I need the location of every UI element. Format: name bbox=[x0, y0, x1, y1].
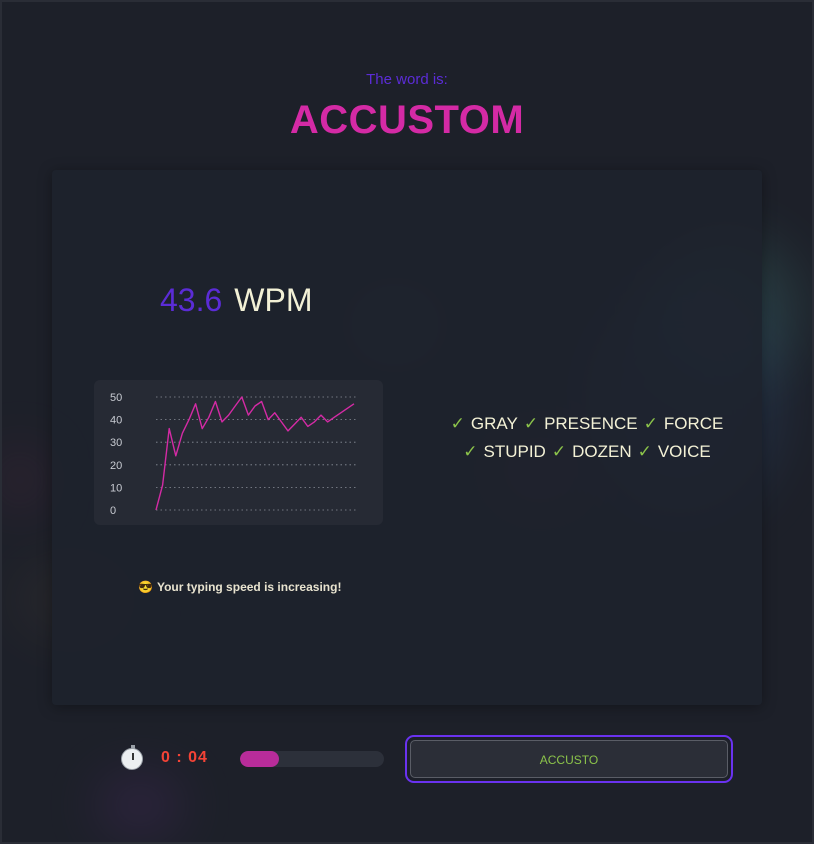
completed-word-text: VOICE bbox=[657, 442, 711, 461]
background-blob bbox=[0, 450, 40, 510]
typing-input[interactable]: ACCUSTO bbox=[410, 740, 728, 778]
completed-word: ✓ STUPID bbox=[463, 442, 546, 461]
stopwatch-icon bbox=[121, 745, 143, 770]
sunglasses-emoji-icon: 😎 bbox=[138, 580, 153, 594]
completed-word: ✓ PRESENCE bbox=[524, 414, 638, 433]
feedback-text: Your typing speed is increasing! bbox=[156, 580, 342, 594]
wpm-unit: WPM bbox=[234, 282, 313, 318]
completed-word-text: STUPID bbox=[483, 442, 546, 461]
typing-input-wrapper: ACCUSTO bbox=[405, 735, 733, 783]
checkmark-icon: ✓ bbox=[551, 442, 567, 461]
completed-words: ✓ GRAY ✓ PRESENCE ✓ FORCE ✓ STUPID ✓ DOZEN ✓ VOICE bbox=[412, 410, 762, 466]
checkmark-icon: ✓ bbox=[637, 442, 652, 461]
checkmark-icon: ✓ bbox=[523, 414, 539, 433]
background-blob bbox=[100, 780, 180, 830]
target-word: ACCUSTOM bbox=[289, 98, 525, 142]
stats-panel: 43.6 WPM 0 10 20 30 40 50 ✓ GRAY ✓ PRESENCE ✓ FORCE… bbox=[52, 170, 762, 705]
completed-words-row: ✓ STUPID ✓ DOZEN ✓ VOICE bbox=[412, 438, 762, 466]
checkmark-icon: ✓ bbox=[643, 414, 658, 433]
y-tick-label: 50 bbox=[110, 392, 122, 404]
y-tick-label: 0 bbox=[110, 505, 116, 517]
y-tick-label: 30 bbox=[110, 437, 122, 449]
completed-word-text: FORCE bbox=[663, 414, 724, 433]
completed-word: ✓ FORCE bbox=[644, 414, 724, 433]
timer-display: 0 : 04 bbox=[161, 749, 208, 766]
y-tick-label: 10 bbox=[110, 482, 122, 494]
wpm-display: 43.6 WPM bbox=[160, 282, 312, 319]
wpm-chart: 0 10 20 30 40 50 bbox=[94, 380, 383, 525]
series-line bbox=[155, 396, 355, 511]
y-tick-label: 40 bbox=[110, 415, 122, 427]
completed-words-row: ✓ GRAY ✓ PRESENCE ✓ FORCE bbox=[412, 410, 762, 438]
feedback-message: 😎 Your typing speed is increasing! bbox=[138, 580, 341, 594]
checkmark-icon: ✓ bbox=[450, 414, 465, 433]
wpm-line-chart: 0 10 20 30 40 50 bbox=[110, 392, 356, 517]
wpm-value: 43.6 bbox=[160, 282, 223, 318]
time-progress-fill bbox=[240, 751, 279, 767]
word-prompt-label: The word is: bbox=[366, 71, 448, 88]
checkmark-icon: ✓ bbox=[463, 442, 478, 461]
completed-word: ✓ DOZEN bbox=[552, 442, 632, 461]
completed-word-text: GRAY bbox=[470, 414, 518, 433]
completed-word: ✓ GRAY bbox=[451, 414, 518, 433]
y-tick-label: 20 bbox=[110, 460, 122, 472]
completed-word: ✓ VOICE bbox=[638, 442, 711, 461]
completed-word-text: PRESENCE bbox=[544, 414, 638, 433]
time-progress-bar bbox=[240, 751, 384, 767]
completed-word-text: DOZEN bbox=[572, 442, 632, 461]
